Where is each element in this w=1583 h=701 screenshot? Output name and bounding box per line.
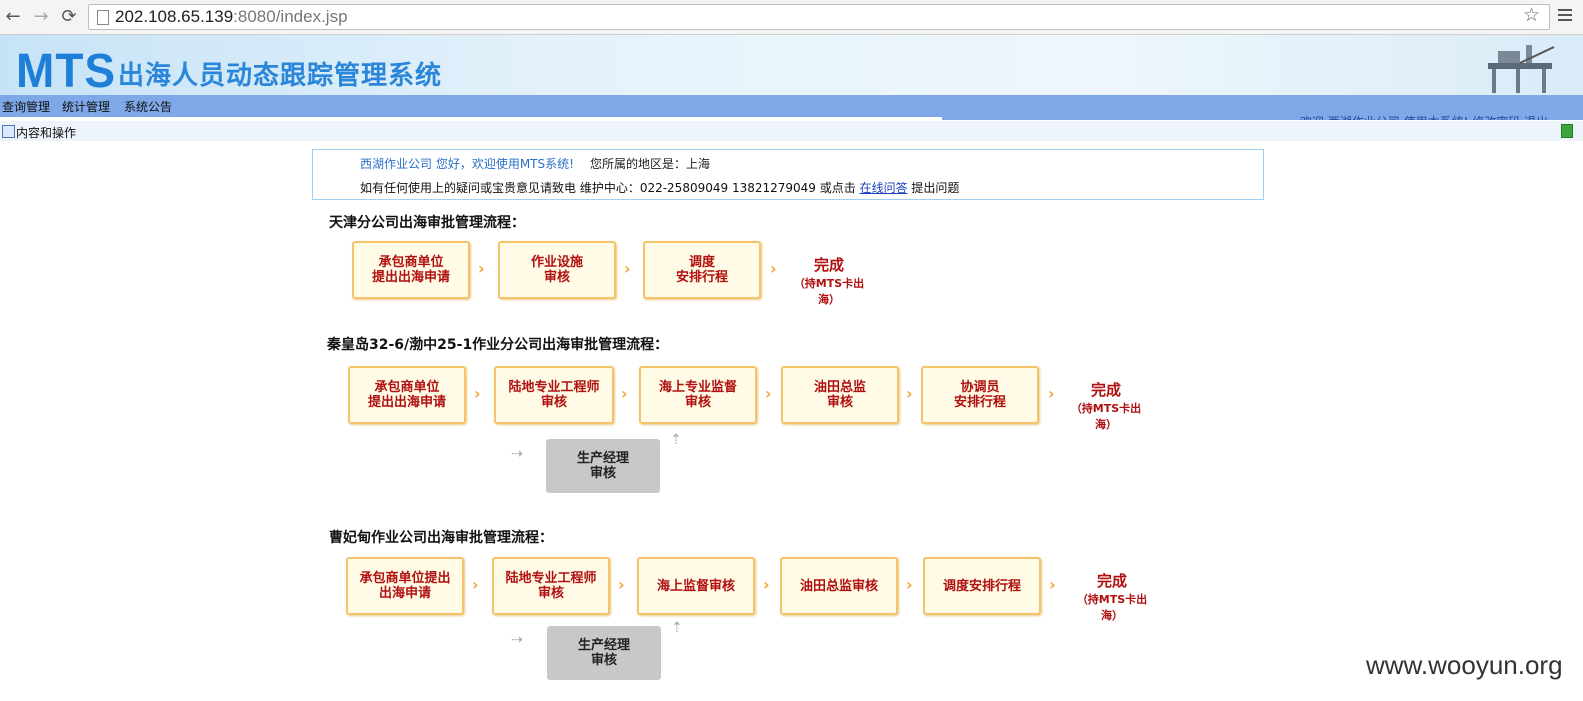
chevron-right-icon: ›	[763, 575, 770, 594]
flow-title-tianjin: 天津分公司出海审批管理流程：	[329, 215, 525, 231]
flow-step: 油田总监审核	[780, 557, 898, 615]
menu-query[interactable]: 查询管理	[2, 98, 50, 115]
chevron-right-icon: ›	[906, 575, 913, 594]
chevron-right-icon: ›	[618, 575, 625, 594]
flow-step: 承包商单位提出 出海申请	[346, 557, 464, 615]
chevron-right-icon: ›	[472, 575, 479, 594]
branch-arrow-in-icon: ⇢	[511, 446, 523, 462]
branch-arrow-up-icon: ⇡	[670, 432, 682, 448]
branch-step: 生产经理 审核	[546, 439, 660, 493]
browser-menu-icon[interactable]	[1558, 9, 1572, 24]
flow-step: 承包商单位 提出出海申请	[352, 241, 470, 299]
welcome-text: 西湖作业公司 您好，欢迎使用MTS系统!	[360, 157, 574, 171]
flow-step: 作业设施 审核	[498, 241, 616, 299]
bookmark-star-icon[interactable]: ☆	[1523, 4, 1540, 26]
chevron-right-icon: ›	[621, 384, 628, 403]
flow-step: 调度安排行程	[923, 557, 1041, 615]
browser-toolbar: ← → ⟳ 202.108.65.139:8080/index.jsp ☆	[0, 0, 1583, 35]
welcome-panel: 西湖作业公司 您好，欢迎使用MTS系统! 您所属的地区是：上海 如有任何使用上的…	[312, 149, 1264, 200]
flow-step: 陆地专业工程师 审核	[492, 557, 610, 615]
oil-platform-image	[1488, 45, 1555, 93]
chevron-right-icon: ›	[1048, 384, 1055, 403]
branch-step: 生产经理 审核	[547, 626, 661, 680]
scrolling-message: 欢迎 西湖作业公司 使用本系统! 修改密码 退出	[1300, 113, 1583, 120]
chevron-right-icon: ›	[474, 384, 481, 403]
flow-complete: 完成 （持MTS卡出海）	[1076, 572, 1148, 622]
chevron-right-icon: ›	[478, 259, 485, 278]
flow-step: 调度 安排行程	[643, 241, 761, 299]
flow-title-caofeidian: 曹妃甸作业公司出海审批管理流程：	[329, 530, 553, 546]
chevron-right-icon: ›	[1049, 575, 1056, 594]
content-header: 内容和操作	[0, 121, 1583, 141]
flow-step: 海上监督审核	[637, 557, 755, 615]
watermark: www.wooyun.org	[1366, 650, 1563, 680]
url-text[interactable]: 202.108.65.139:8080/index.jsp	[115, 7, 348, 27]
chevron-right-icon: ›	[906, 384, 913, 403]
chevron-right-icon: ›	[770, 259, 777, 278]
flow-step: 承包商单位 提出出海申请	[348, 366, 466, 424]
flow-complete: 完成 （持MTS卡出海）	[1070, 381, 1142, 431]
flow-step: 协调员 安排行程	[921, 366, 1039, 424]
contact-line: 如有任何使用上的疑问或宝贵意见请致电 维护中心：022-25809049 138…	[360, 181, 960, 195]
system-title: 出海人员动态跟踪管理系统	[118, 61, 443, 91]
menu-announcements[interactable]: 系统公告	[124, 98, 172, 115]
region-text: 您所属的地区是：上海	[590, 157, 711, 171]
chevron-right-icon: ›	[765, 384, 772, 403]
page-icon	[97, 10, 109, 25]
address-bar[interactable]: 202.108.65.139:8080/index.jsp	[88, 4, 1550, 30]
flow-complete: 完成 （持MTS卡出海）	[793, 256, 865, 306]
status-icon	[1561, 124, 1573, 138]
menu-statistics[interactable]: 统计管理	[62, 98, 110, 115]
flow-title-qinhuangdao: 秦皇岛32-6/渤中25-1作业分公司出海审批管理流程：	[327, 337, 669, 353]
chevron-right-icon: ›	[624, 259, 631, 278]
branch-arrow-in-icon: ⇢	[511, 632, 523, 648]
reload-icon[interactable]: ⟳	[58, 6, 80, 28]
branch-arrow-up-icon: ⇡	[671, 620, 683, 636]
flow-step: 油田总监 审核	[781, 366, 899, 424]
flow-step: 陆地专业工程师 审核	[494, 366, 614, 424]
online-qa-link[interactable]: 在线问答	[860, 181, 908, 195]
back-arrow-icon[interactable]: ←	[2, 6, 24, 28]
content-label: 内容和操作	[16, 126, 77, 140]
mts-logo: MTS	[16, 42, 117, 95]
forward-arrow-icon[interactable]: →	[30, 6, 52, 28]
flow-step: 海上专业监督 审核	[639, 366, 757, 424]
expand-icon[interactable]	[2, 125, 15, 138]
site-banner: MTS 出海人员动态跟踪管理系统	[0, 35, 1583, 95]
